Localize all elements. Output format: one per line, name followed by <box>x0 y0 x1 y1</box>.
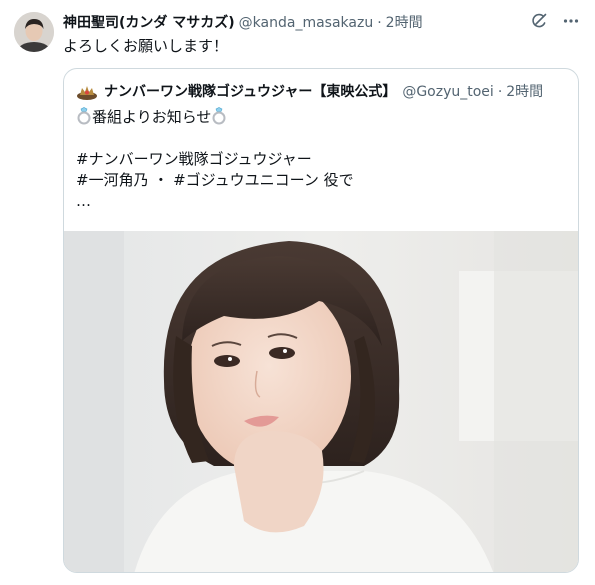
more-icon[interactable] <box>561 11 581 31</box>
quoted-tweet[interactable]: ナンバーワン戦隊ゴジュウジャー【東映公式】 @Gozyu_toei · 2時間 … <box>63 68 579 573</box>
quoted-author-display-name[interactable]: ナンバーワン戦隊ゴジュウジャー【東映公式】 <box>104 82 396 102</box>
quoted-tweet-text: 番組よりお知らせ #ナンバーワン戦隊ゴジュウジャー #一河角乃 ・ #ゴジュウユ… <box>76 107 566 212</box>
tweet-timestamp[interactable]: 2時間 <box>386 13 423 33</box>
tweet-text: よろしくお願いします！ <box>63 37 229 55</box>
quoted-tweet-header: ナンバーワン戦隊ゴジュウジャー【東映公式】 @Gozyu_toei · 2時間 <box>76 81 566 103</box>
quoted-separator-dot: · <box>497 84 503 100</box>
quoted-line-3: #一河角乃 ・ #ゴジュウユニコーン 役で <box>76 171 354 189</box>
author-handle[interactable]: @kanda_masakazu <box>239 13 374 33</box>
quoted-avatar[interactable] <box>76 82 98 102</box>
author-display-name[interactable]: 神田聖司(カンダ マサカズ) <box>63 13 235 33</box>
quoted-line-2: #ナンバーワン戦隊ゴジュウジャー <box>76 150 312 168</box>
ring-icon <box>211 107 227 125</box>
tweet-header-actions <box>529 11 581 31</box>
quoted-line-1: 番組よりお知らせ <box>76 107 566 128</box>
separator-dot: · <box>377 15 382 31</box>
quoted-blank-line <box>76 128 566 149</box>
ring-icon <box>76 107 92 125</box>
quoted-media-image[interactable] <box>64 231 578 572</box>
grok-icon[interactable] <box>529 11 549 31</box>
quoted-line-4: … <box>76 192 91 210</box>
avatar[interactable] <box>14 12 54 52</box>
tweet: 神田聖司(カンダ マサカズ) @kanda_masakazu · 2時間 よろし… <box>0 0 595 585</box>
quoted-line-1-text: 番組よりお知らせ <box>92 108 212 126</box>
quoted-timestamp[interactable]: 2時間 <box>506 82 543 102</box>
quoted-author-handle[interactable]: @Gozyu_toei <box>402 82 493 102</box>
tweet-header: 神田聖司(カンダ マサカズ) @kanda_masakazu · 2時間 <box>63 12 531 34</box>
